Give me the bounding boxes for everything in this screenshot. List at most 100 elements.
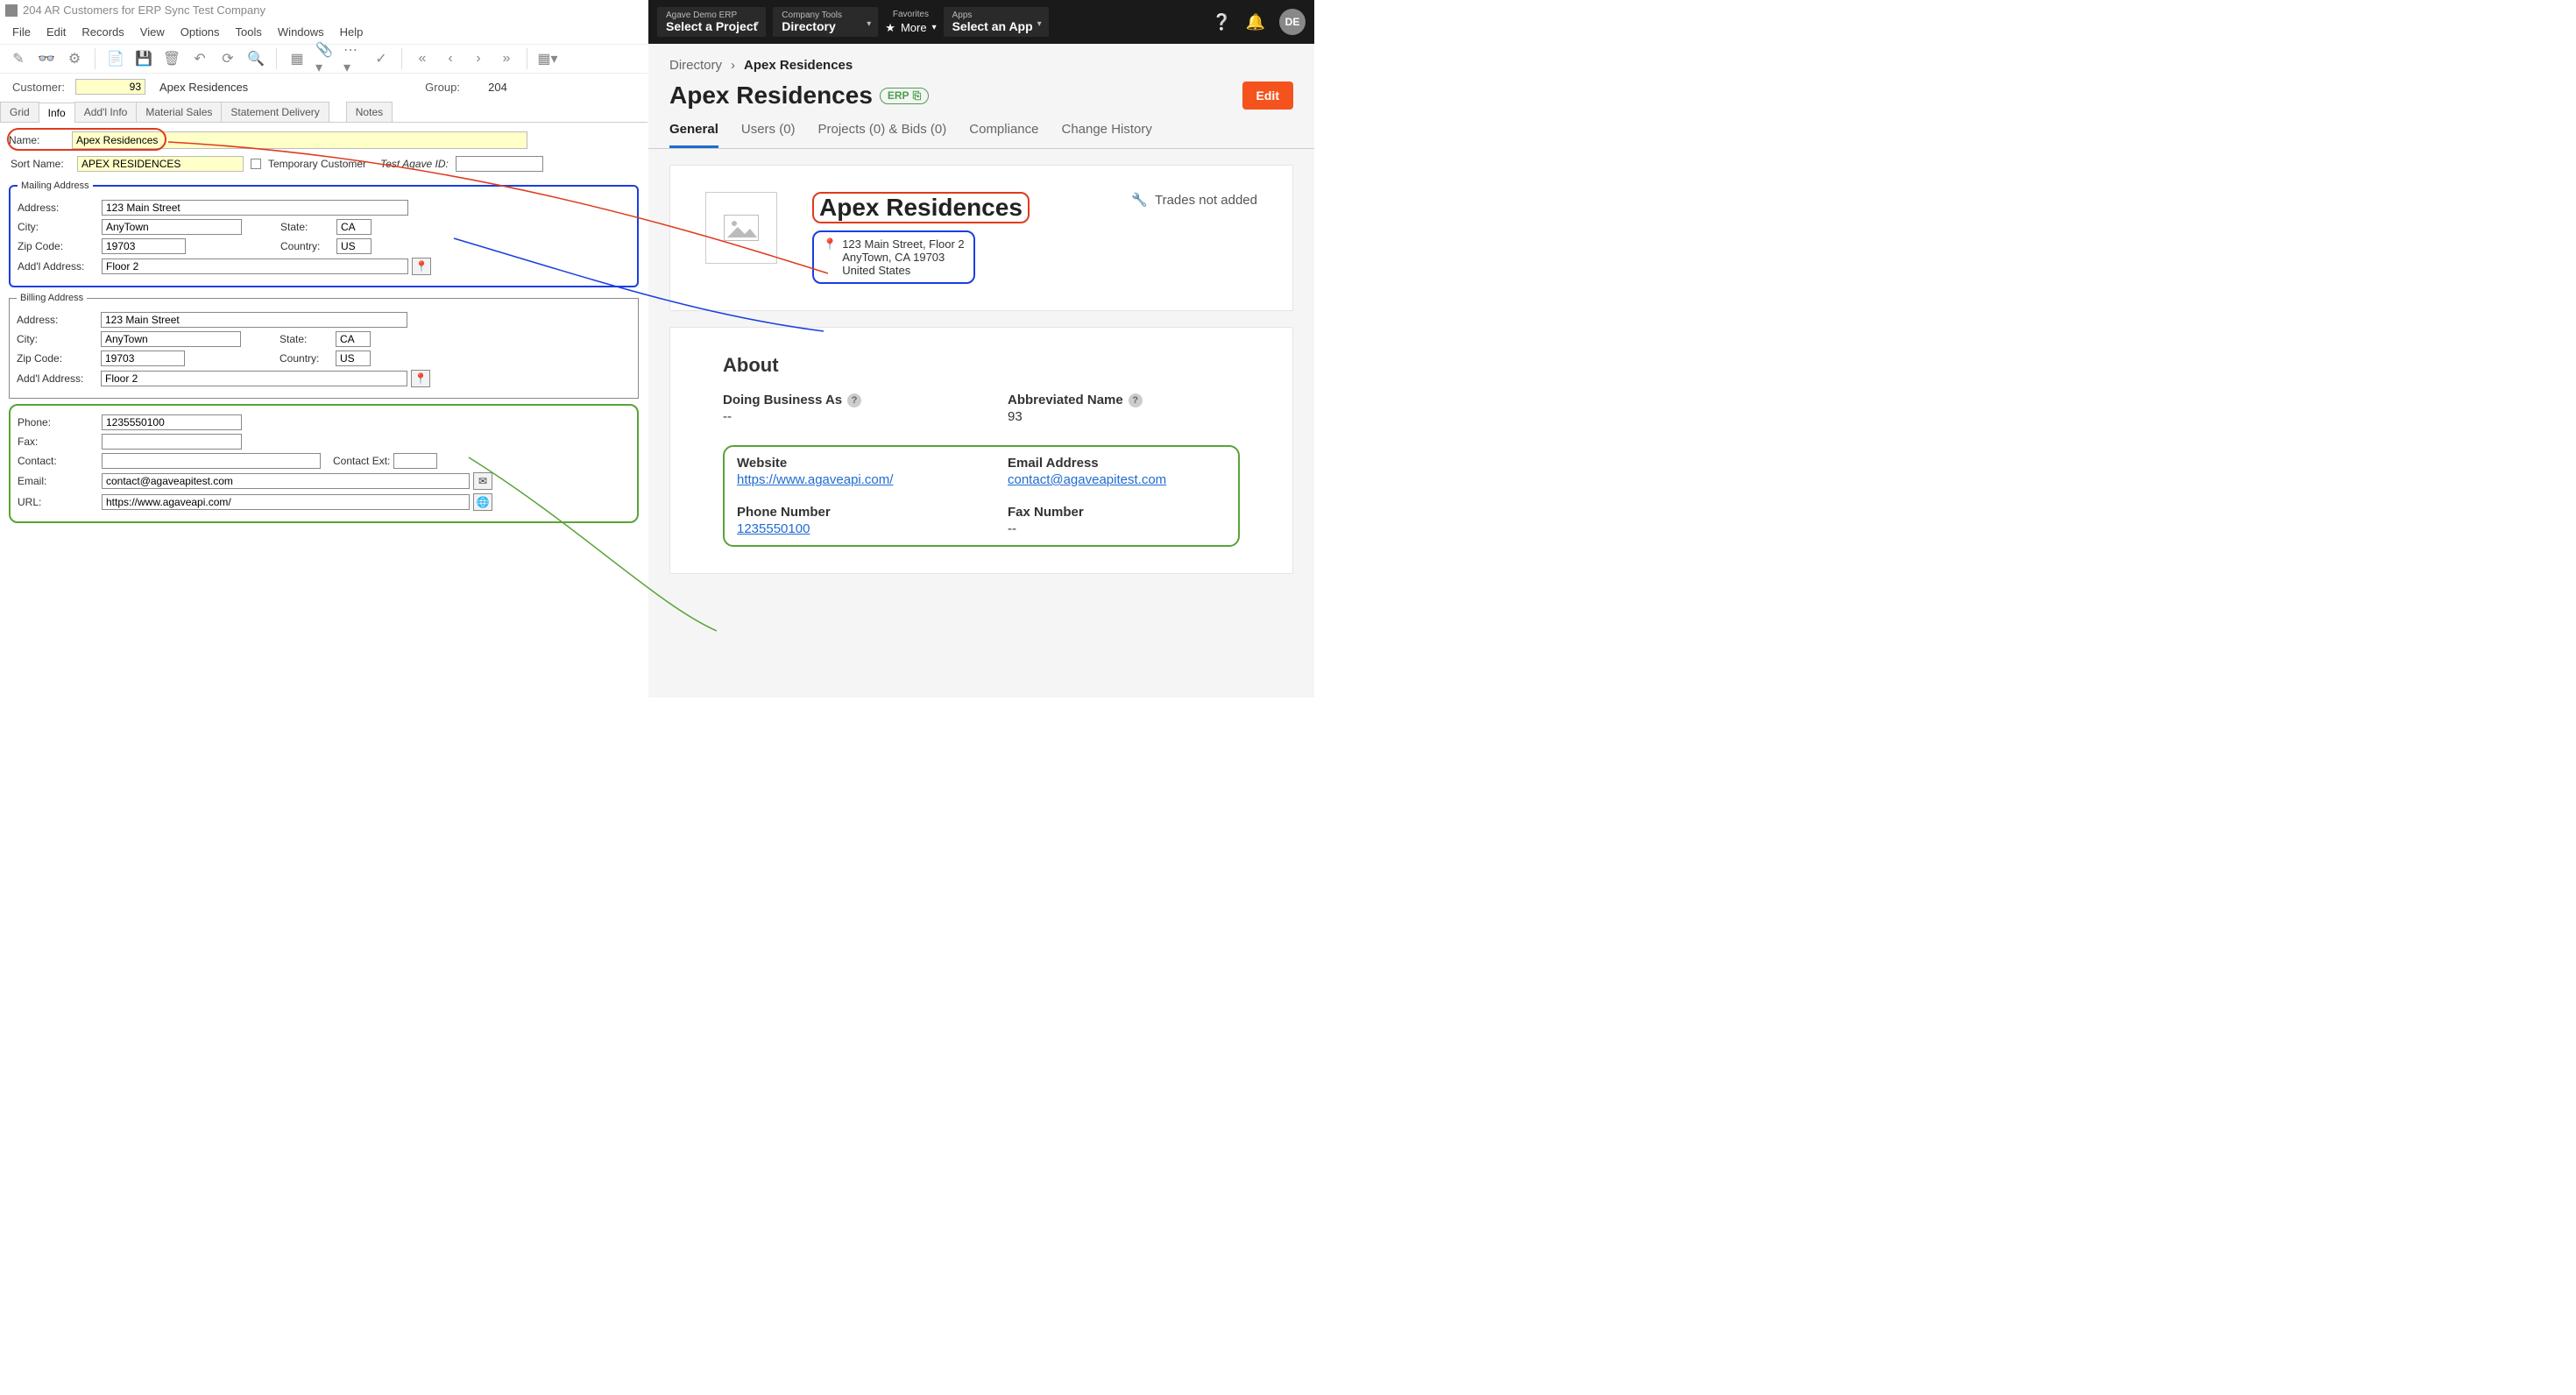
nav-first-icon[interactable]: « [413,49,432,68]
test-agave-id-input[interactable] [456,156,543,172]
trash-icon[interactable]: 🗑 [162,49,181,68]
tab-material-sales[interactable]: Material Sales [136,102,222,122]
billing-zip-input[interactable] [101,351,185,366]
refresh-icon[interactable]: ⟳ [218,49,237,68]
window-titlebar: 204 AR Customers for ERP Sync Test Compa… [0,0,648,20]
customer-number-input[interactable] [75,79,145,95]
name-label: Name: [9,134,72,146]
billing-addl-input[interactable] [101,371,407,386]
tab-info[interactable]: Info [39,103,75,123]
edit-icon[interactable]: ✎ [9,49,28,68]
project-selector[interactable]: Agave Demo ERP Select a Project ▾ [657,7,766,37]
breadcrumb-root[interactable]: Directory [669,58,722,73]
mailing-country-input[interactable] [336,238,372,254]
tab-compliance[interactable]: Compliance [969,117,1038,148]
tab-statement-delivery[interactable]: Statement Delivery [221,102,329,122]
phone-label: Phone: [18,416,98,428]
tab-general[interactable]: General [669,117,718,148]
menu-view[interactable]: View [140,25,165,39]
temporary-customer-checkbox[interactable] [251,159,261,169]
new-file-icon[interactable]: 📄 [106,49,125,68]
search-icon[interactable]: 🔍 [246,49,265,68]
name-input[interactable] [72,131,527,149]
billing-state-input[interactable] [336,331,371,347]
menu-help[interactable]: Help [340,25,364,39]
fax-input[interactable] [102,434,242,450]
mailing-zip-input[interactable] [102,238,186,254]
nav-last-icon[interactable]: » [497,49,516,68]
company-tools-selector[interactable]: Company Tools Directory ▾ [773,7,878,37]
chevron-down-icon: ▾ [754,19,759,29]
help-icon[interactable]: ? [1129,393,1143,407]
website-link[interactable]: https://www.agaveapi.com/ [737,472,955,487]
favorites-label: Favorites [893,10,929,19]
menu-windows[interactable]: Windows [278,25,324,39]
table-icon[interactable]: ▦▾ [538,49,557,68]
menu-edit[interactable]: Edit [46,25,66,39]
sort-row: Sort Name: Temporary Customer Test Agave… [0,152,648,175]
mailing-state-label: State: [280,221,333,233]
mailing-addl-input[interactable] [102,258,408,274]
help-icon[interactable]: ? [847,393,861,407]
email-input[interactable] [102,473,470,489]
menu-records[interactable]: Records [81,25,124,39]
avatar[interactable]: DE [1279,9,1306,35]
link-icon: ⎘ [913,89,922,103]
mailing-city-input[interactable] [102,219,242,235]
grid-icon[interactable]: ▦ [287,49,307,68]
company-card: Apex Residences 📍 123 Main Street, Floor… [669,165,1293,311]
detail-tabs: General Users (0) Projects (0) & Bids (0… [648,110,1314,149]
gear-icon[interactable]: ⚙ [65,49,84,68]
spellcheck-icon[interactable]: ✓ [372,49,391,68]
email-link[interactable]: contact@agaveapitest.com [1008,472,1226,487]
nav-prev-icon[interactable]: ‹ [441,49,460,68]
tab-notes[interactable]: Notes [346,102,393,122]
billing-map-pin-button[interactable]: 📍 [411,370,430,387]
about-card: About Doing Business As ? -- Abbreviated… [669,327,1293,574]
save-icon[interactable]: 💾 [134,49,153,68]
nav-next-icon[interactable]: › [469,49,488,68]
fax-value-web: -- [1008,521,1226,536]
phone-input[interactable] [102,414,242,430]
help-icon[interactable]: ❔ [1212,13,1231,32]
billing-zip-label: Zip Code: [17,352,97,365]
url-open-button[interactable]: 🌐 [473,493,492,511]
tab-grid[interactable]: Grid [0,102,39,122]
contact-fieldset: Phone: Fax: Contact: Contact Ext: Email:… [9,404,639,523]
mailing-map-pin-button[interactable]: 📍 [412,258,431,275]
bell-icon[interactable]: 🔔 [1246,13,1265,32]
billing-address-input[interactable] [101,312,407,328]
email-open-button[interactable]: ✉ [473,472,492,490]
undo-icon[interactable]: ↶ [190,49,209,68]
favorites-area[interactable]: Favorites ★ More ▾ [885,10,936,35]
company-image-placeholder [705,192,777,264]
menu-file[interactable]: File [12,25,31,39]
edit-button[interactable]: Edit [1242,81,1293,110]
phone-link[interactable]: 1235550100 [737,521,955,536]
contact-label: Contact: [18,455,98,467]
mailing-address-input[interactable] [102,200,408,216]
tab-addl-info[interactable]: Add'l Info [74,102,138,122]
attachment-icon[interactable]: 📎▾ [315,49,335,68]
binoculars-icon[interactable]: 👓 [37,49,56,68]
contact-input[interactable] [102,453,321,469]
mailing-address-label: Address: [18,202,98,214]
menu-options[interactable]: Options [180,25,220,39]
tab-projects-bids[interactable]: Projects (0) & Bids (0) [818,117,947,148]
page-header: Apex Residences ERP ⎘ Edit [648,78,1314,110]
url-input[interactable] [102,494,470,510]
apps-selector[interactable]: Apps Select an App ▾ [944,7,1049,37]
tab-change-history[interactable]: Change History [1061,117,1151,148]
menu-tools[interactable]: Tools [236,25,262,39]
billing-state-label: State: [280,333,332,345]
url-label: URL: [18,496,98,508]
billing-country-input[interactable] [336,351,371,366]
mailing-state-input[interactable] [336,219,372,235]
overflow-icon[interactable]: ⋯▾ [343,49,363,68]
sort-name-input[interactable] [77,156,244,172]
name-row: Name: [0,128,648,152]
contact-ext-input[interactable] [393,453,437,469]
billing-city-input[interactable] [101,331,241,347]
tab-users[interactable]: Users (0) [741,117,796,148]
address-line-3: United States [842,264,964,277]
